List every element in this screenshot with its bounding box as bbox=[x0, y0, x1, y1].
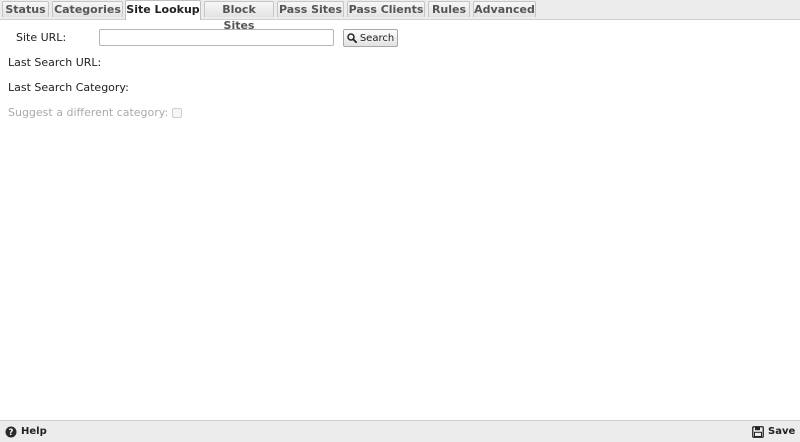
search-button-label: Search bbox=[359, 32, 395, 44]
app-window: Status Categories Site Lookup Block Site… bbox=[0, 0, 800, 442]
suggest-category-checkbox[interactable] bbox=[172, 108, 182, 118]
help-button[interactable]: ? Help bbox=[5, 424, 47, 439]
save-icon bbox=[752, 425, 764, 438]
search-button[interactable]: Search bbox=[343, 29, 398, 47]
save-button-label: Save bbox=[768, 426, 796, 437]
tab-pass-clients[interactable]: Pass Clients bbox=[347, 1, 425, 17]
tab-advanced[interactable]: Advanced bbox=[473, 1, 536, 17]
tab-categories[interactable]: Categories bbox=[52, 1, 123, 17]
tab-status[interactable]: Status bbox=[2, 1, 49, 17]
last-search-url-label: Last Search URL: bbox=[8, 56, 102, 69]
tab-pass-sites[interactable]: Pass Sites bbox=[277, 1, 344, 17]
site-url-input[interactable] bbox=[99, 29, 334, 46]
tab-bar: Status Categories Site Lookup Block Site… bbox=[0, 0, 800, 32]
site-url-label: Site URL: bbox=[16, 31, 67, 44]
bottom-toolbar: ? Help Save bbox=[0, 420, 800, 442]
search-icon bbox=[347, 33, 357, 43]
help-button-label: Help bbox=[21, 426, 47, 437]
tab-block-sites[interactable]: Block Sites bbox=[204, 1, 274, 32]
last-search-category-label: Last Search Category: bbox=[8, 81, 129, 94]
tab-site-lookup[interactable]: Site Lookup bbox=[125, 0, 201, 20]
tab-rules[interactable]: Rules bbox=[428, 1, 470, 17]
svg-text:?: ? bbox=[9, 428, 14, 438]
suggest-category-label: Suggest a different category: bbox=[8, 106, 169, 119]
help-icon: ? bbox=[5, 426, 17, 438]
save-button[interactable]: Save bbox=[752, 424, 795, 439]
